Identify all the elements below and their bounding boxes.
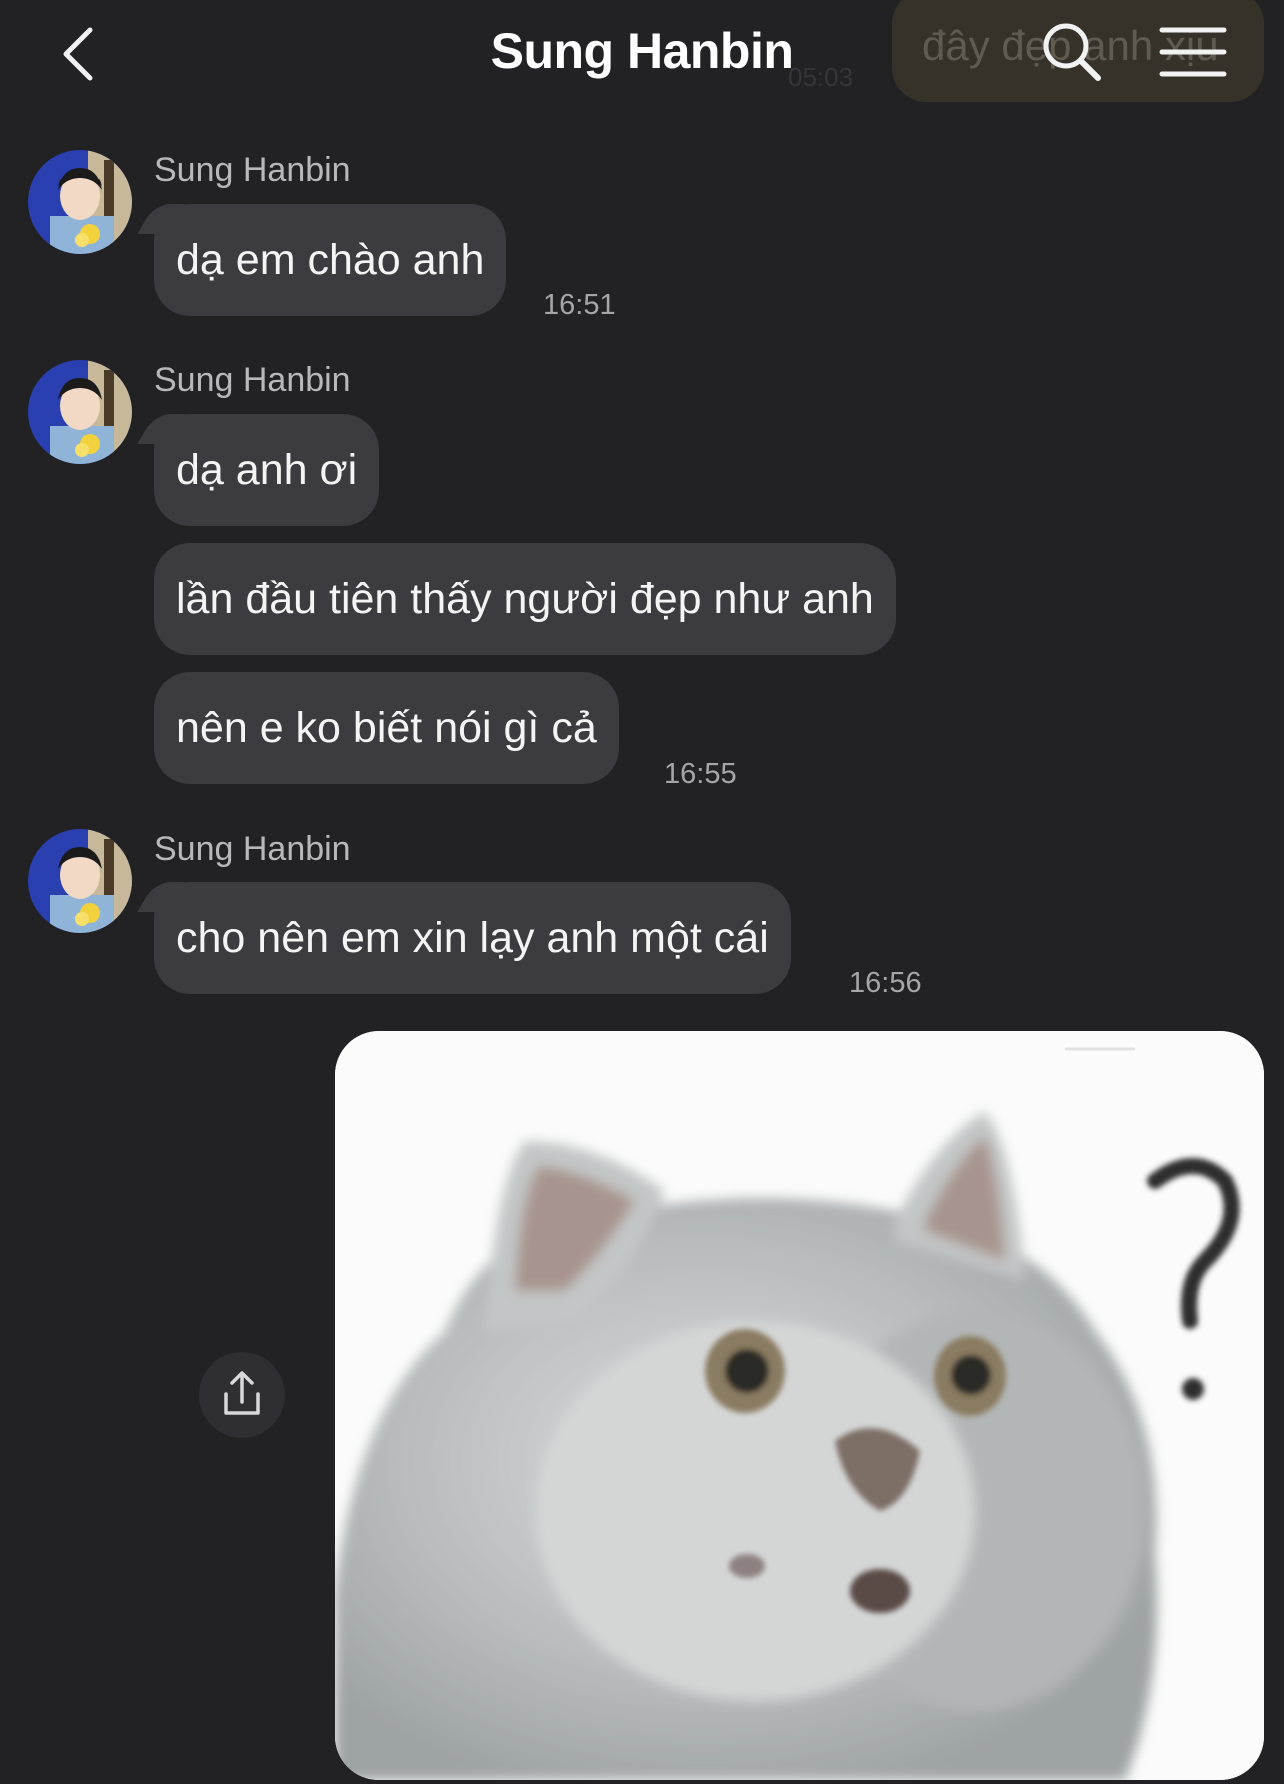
- avatar[interactable]: [28, 150, 132, 254]
- message-bubble[interactable]: cho nên em xin lạy anh một cái: [154, 882, 791, 994]
- avatar[interactable]: [28, 829, 132, 933]
- image-message[interactable]: [335, 1031, 1264, 1780]
- share-icon: [224, 1371, 260, 1415]
- menu-icon: [1159, 27, 1227, 77]
- message-bubble[interactable]: dạ em chào anh: [154, 204, 507, 316]
- message-time: 16:51: [543, 289, 616, 321]
- avatar-image: [28, 150, 132, 254]
- share-button[interactable]: [199, 1352, 285, 1438]
- message-time: 16:56: [849, 967, 922, 999]
- message-bubble[interactable]: dạ anh ơi: [154, 414, 380, 526]
- sender-name: Sung Hanbin: [154, 830, 351, 868]
- message-time: 16:55: [664, 758, 737, 790]
- avatar-image: [28, 829, 132, 933]
- search-button[interactable]: [1040, 20, 1104, 84]
- sender-name: Sung Hanbin: [154, 361, 351, 399]
- search-icon: [1043, 23, 1101, 81]
- chat-header: đây đẹp anh xịu 05:03 Sung Hanbin: [0, 0, 1284, 108]
- avatar-image: [28, 360, 132, 464]
- cat-image: [335, 1031, 1264, 1780]
- sender-name: Sung Hanbin: [154, 151, 351, 189]
- avatar[interactable]: [28, 360, 132, 464]
- message-bubble[interactable]: nên e ko biết nói gì cả: [154, 672, 619, 784]
- menu-button[interactable]: [1158, 24, 1228, 80]
- message-bubble[interactable]: lần đầu tiên thấy người đẹp như anh: [154, 543, 896, 655]
